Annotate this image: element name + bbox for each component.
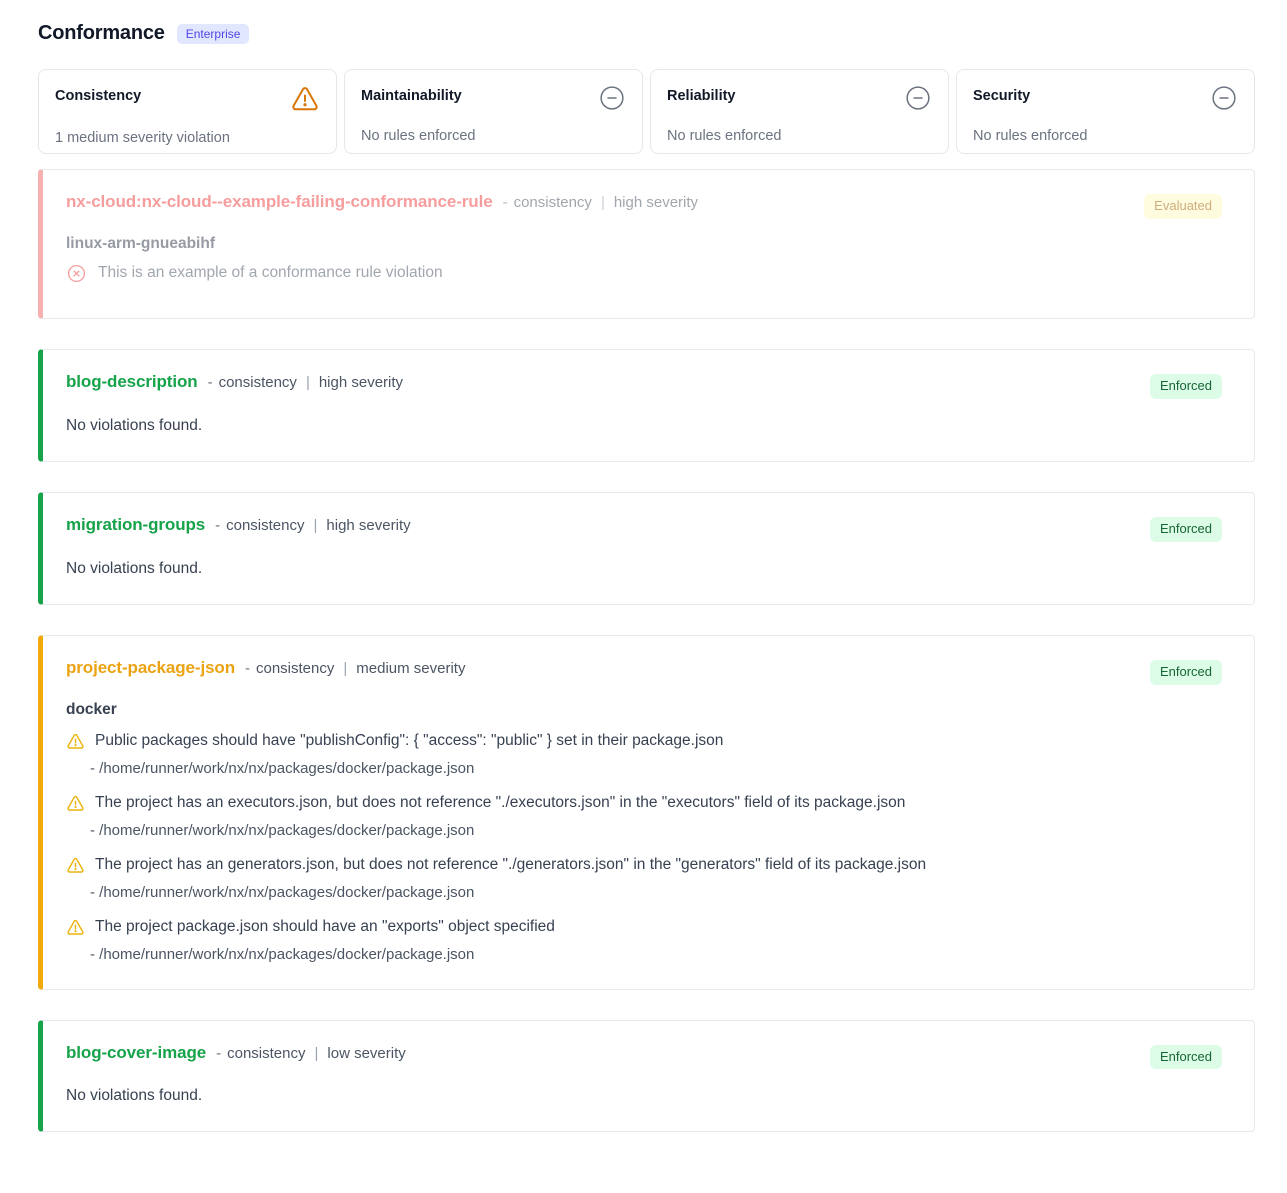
summary-card-status: No rules enforced — [973, 128, 1238, 144]
status-badge-enforced: Enforced — [1150, 517, 1222, 542]
meta-dash: - — [208, 374, 213, 391]
rule-name-link[interactable]: nx-cloud:nx-cloud--example-failing-confo… — [66, 192, 493, 212]
status-badge-evaluated: Evaluated — [1144, 194, 1222, 219]
rule-card-blog-description: blog-description - consistency | high se… — [38, 349, 1255, 462]
rule-category: consistency — [226, 517, 304, 534]
rule-severity: high severity — [614, 194, 698, 211]
violation-path: - /home/runner/work/nx/nx/packages/docke… — [90, 760, 1222, 777]
violation-item: The project has an executors.json, but d… — [66, 794, 1222, 839]
summary-card-status: No rules enforced — [361, 128, 626, 144]
rule-card-project-package-json: project-package-json - consistency | med… — [38, 635, 1255, 990]
violation-path: - /home/runner/work/nx/nx/packages/docke… — [90, 946, 1222, 963]
rule-name-link[interactable]: project-package-json — [66, 658, 235, 678]
rule-result-text: No violations found. — [66, 1087, 1222, 1105]
project-name: linux-arm-gnueabihf — [66, 235, 1222, 253]
rule-category: consistency — [227, 1045, 305, 1062]
rule-name-link[interactable]: blog-description — [66, 372, 198, 392]
meta-pipe: | — [314, 1045, 318, 1062]
meta-dash: - — [245, 660, 250, 677]
rule-name-link[interactable]: migration-groups — [66, 515, 205, 535]
warning-triangle-icon — [66, 732, 85, 751]
meta-pipe: | — [314, 517, 318, 534]
violation-item: The project package.json should have an … — [66, 918, 1222, 963]
summary-card-title: Maintainability — [361, 84, 462, 104]
rule-category: consistency — [256, 660, 334, 677]
summary-card-reliability: Reliability No rules enforced — [650, 69, 949, 154]
project-name: docker — [66, 701, 1222, 719]
meta-dash: - — [216, 1045, 221, 1062]
meta-pipe: | — [601, 194, 605, 211]
violation-message: The project has an executors.json, but d… — [95, 794, 905, 812]
summary-card-status: No rules enforced — [667, 128, 932, 144]
rule-severity: high severity — [326, 517, 410, 534]
rule-card-example-failing: nx-cloud:nx-cloud--example-failing-confo… — [38, 169, 1255, 319]
violation-path: - /home/runner/work/nx/nx/packages/docke… — [90, 822, 1222, 839]
warning-triangle-icon — [66, 856, 85, 875]
summary-card-title: Reliability — [667, 84, 736, 104]
meta-dash: - — [503, 194, 508, 211]
summary-card-maintainability: Maintainability No rules enforced — [344, 69, 643, 154]
violation-item: The project has an generators.json, but … — [66, 856, 1222, 901]
meta-pipe: | — [343, 660, 347, 677]
rule-card-migration-groups: migration-groups - consistency | high se… — [38, 492, 1255, 605]
status-badge-enforced: Enforced — [1150, 1045, 1222, 1070]
minus-circle-icon — [598, 84, 626, 112]
x-circle-icon — [66, 263, 87, 284]
summary-card-security: Security No rules enforced — [956, 69, 1255, 154]
violation-message: The project has an generators.json, but … — [95, 856, 926, 874]
page-header: Conformance Enterprise — [38, 22, 1255, 45]
rule-severity: medium severity — [356, 660, 465, 677]
meta-dash: - — [215, 517, 220, 534]
status-badge-enforced: Enforced — [1150, 374, 1222, 399]
meta-pipe: | — [306, 374, 310, 391]
minus-circle-icon — [1210, 84, 1238, 112]
summary-card-row: Consistency 1 medium severity violation … — [38, 69, 1255, 154]
rule-card-blog-cover-image: blog-cover-image - consistency | low sev… — [38, 1020, 1255, 1133]
status-badge-enforced: Enforced — [1150, 660, 1222, 685]
warning-triangle-icon — [290, 84, 320, 114]
summary-card-status: 1 medium severity violation — [55, 130, 320, 146]
page-title: Conformance — [38, 22, 165, 45]
warning-triangle-icon — [66, 918, 85, 937]
rule-category: consistency — [514, 194, 592, 211]
rule-severity: high severity — [319, 374, 403, 391]
violation-message: This is an example of a conformance rule… — [98, 264, 443, 282]
violation-path: - /home/runner/work/nx/nx/packages/docke… — [90, 884, 1222, 901]
warning-triangle-icon — [66, 794, 85, 813]
summary-card-consistency: Consistency 1 medium severity violation — [38, 69, 337, 154]
rule-severity: low severity — [327, 1045, 405, 1062]
violation-message: The project package.json should have an … — [95, 918, 555, 936]
enterprise-badge: Enterprise — [177, 24, 250, 44]
rules-list: nx-cloud:nx-cloud--example-failing-confo… — [38, 169, 1255, 1132]
violation-message: Public packages should have "publishConf… — [95, 732, 723, 750]
violation-item: Public packages should have "publishConf… — [66, 732, 1222, 777]
minus-circle-icon — [904, 84, 932, 112]
rule-category: consistency — [219, 374, 297, 391]
summary-card-title: Consistency — [55, 84, 141, 104]
summary-card-title: Security — [973, 84, 1030, 104]
rule-name-link[interactable]: blog-cover-image — [66, 1043, 206, 1063]
rule-result-text: No violations found. — [66, 417, 1222, 435]
rule-result-text: No violations found. — [66, 560, 1222, 578]
